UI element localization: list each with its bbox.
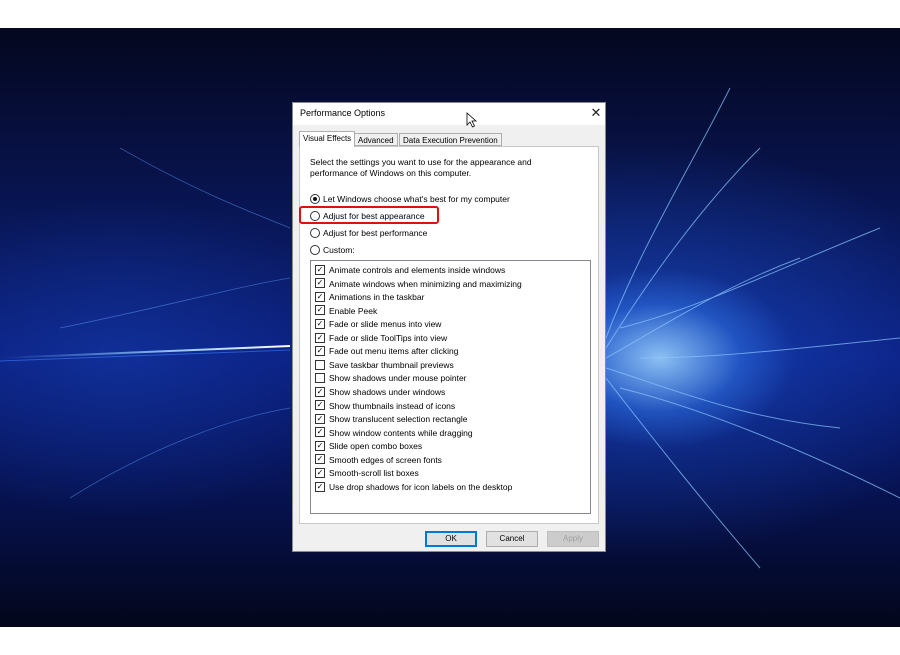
effect-checkbox-row[interactable]: ✓ Fade out menu items after clicking	[315, 345, 458, 357]
effect-checkbox-row[interactable]: ✓ Use drop shadows for icon labels on the…	[315, 481, 512, 493]
checkbox-checked-icon: ✓	[315, 264, 325, 275]
effect-label: Show thumbnails instead of icons	[329, 400, 456, 411]
effect-label: Slide open combo boxes	[329, 441, 423, 452]
checkbox-checked-icon: ✓	[315, 278, 325, 289]
tab-visual-effects[interactable]: Visual Effects	[299, 131, 356, 147]
ok-button[interactable]: OK	[425, 531, 477, 547]
effect-label: Show shadows under windows	[329, 386, 446, 397]
effect-checkbox-row[interactable]: ✓ Show window contents while dragging	[315, 427, 473, 439]
radio-label: Custom:	[323, 245, 355, 255]
checkbox-checked-icon: ✓	[315, 332, 325, 343]
dialog-title: Performance Options	[300, 108, 386, 118]
checkbox-checked-icon: ✓	[315, 468, 325, 478]
effect-checkbox-row[interactable]: ✓ Show translucent selection rectangle	[315, 413, 467, 425]
effect-label: Smooth-scroll list boxes	[329, 468, 419, 479]
radio-best-performance[interactable]: Adjust for best performance	[310, 227, 427, 239]
tab-advanced[interactable]: Advanced	[354, 133, 398, 146]
checkbox-checked-icon: ✓	[315, 305, 325, 316]
checkbox-checked-icon: ✓	[315, 454, 325, 465]
effect-checkbox-row[interactable]: ✓ Animate windows when minimizing and max…	[315, 278, 522, 290]
radio-label: Adjust for best performance	[323, 228, 428, 238]
effect-label: Animate controls and elements inside win…	[329, 265, 506, 275]
effect-label: Save taskbar thumbnail previews	[329, 359, 454, 370]
checkbox-checked-icon: ✓	[315, 481, 325, 492]
checkbox-checked-icon: ✓	[315, 400, 325, 411]
effect-label: Show translucent selection rectangle	[329, 414, 468, 425]
effect-label: Fade or slide menus into view	[329, 319, 442, 330]
cancel-button[interactable]: Cancel	[486, 531, 538, 547]
checkbox-checked-icon: ✓	[315, 318, 325, 329]
checkbox-checked-icon: ✓	[315, 440, 325, 451]
radio-button-icon	[310, 227, 320, 238]
checkbox-checked-icon: ✓	[315, 291, 325, 302]
visual-effects-panel: Select the settings you want to use for …	[299, 146, 599, 524]
tab-data-execution-prevention[interactable]: Data Execution Prevention	[399, 133, 502, 146]
effect-checkbox-row[interactable]: ✓ Smooth-scroll list boxes	[315, 467, 419, 479]
effect-checkbox-row[interactable]: ✓ Slide open combo boxes	[315, 440, 422, 452]
close-icon[interactable]: ✕	[589, 105, 603, 121]
effect-checkbox-row[interactable]: ✓ Show thumbnails instead of icons	[315, 400, 455, 412]
radio-let-windows-choose[interactable]: Let Windows choose what's best for my co…	[310, 193, 510, 205]
checkbox-checked-icon: ✓	[315, 346, 325, 357]
effect-checkbox-row[interactable]: Show shadows under mouse pointer	[315, 372, 467, 384]
apply-button: Apply	[547, 531, 599, 547]
effect-checkbox-row[interactable]: ✓ Smooth edges of screen fonts	[315, 454, 442, 466]
visual-effects-list[interactable]: ✓ Animate controls and elements inside wi…	[310, 260, 591, 514]
title-bar[interactable]: Performance Options ✕	[293, 103, 605, 128]
highlight-box	[299, 206, 439, 224]
checkbox-checked-icon: ✓	[315, 427, 325, 438]
effect-label: Fade or slide ToolTips into view	[329, 332, 448, 343]
radio-button-icon	[310, 193, 320, 204]
checkbox-checked-icon: ✓	[315, 386, 325, 397]
effect-label: Animations in the taskbar	[329, 292, 425, 303]
mouse-pointer-icon	[466, 112, 477, 128]
effect-checkbox-row[interactable]: Save taskbar thumbnail previews	[315, 359, 454, 371]
effect-label: Show window contents while dragging	[329, 427, 473, 438]
effect-checkbox-row[interactable]: ✓ Show shadows under windows	[315, 386, 445, 398]
effect-label: Smooth edges of screen fonts	[329, 454, 442, 465]
effect-label: Enable Peek	[329, 305, 378, 316]
checkbox-checked-icon: ✓	[315, 413, 325, 424]
performance-options-dialog: Performance Options ✕ Visual Effects Adv…	[292, 102, 606, 552]
checkbox-unchecked-icon	[315, 359, 325, 370]
effect-label: Show shadows under mouse pointer	[329, 373, 467, 384]
checkbox-unchecked-icon	[315, 373, 325, 384]
effect-label: Fade out menu items after clicking	[329, 346, 459, 357]
radio-custom[interactable]: Custom:	[310, 244, 355, 256]
radio-button-icon	[310, 244, 320, 255]
effect-checkbox-row[interactable]: ✓ Fade or slide menus into view	[315, 318, 441, 330]
effect-checkbox-row[interactable]: ✓ Animations in the taskbar	[315, 291, 424, 303]
effect-label: Use drop shadows for icon labels on the …	[329, 481, 513, 492]
effect-checkbox-row[interactable]: ✓ Animate controls and elements inside wi…	[315, 264, 505, 276]
radio-label: Let Windows choose what's best for my co…	[323, 194, 510, 204]
settings-description: Select the settings you want to use for …	[310, 157, 532, 178]
effect-checkbox-row[interactable]: ✓ Fade or slide ToolTips into view	[315, 332, 447, 344]
effect-label: Animate windows when minimizing and maxi…	[329, 278, 522, 289]
effect-checkbox-row[interactable]: ✓ Enable Peek	[315, 305, 377, 317]
